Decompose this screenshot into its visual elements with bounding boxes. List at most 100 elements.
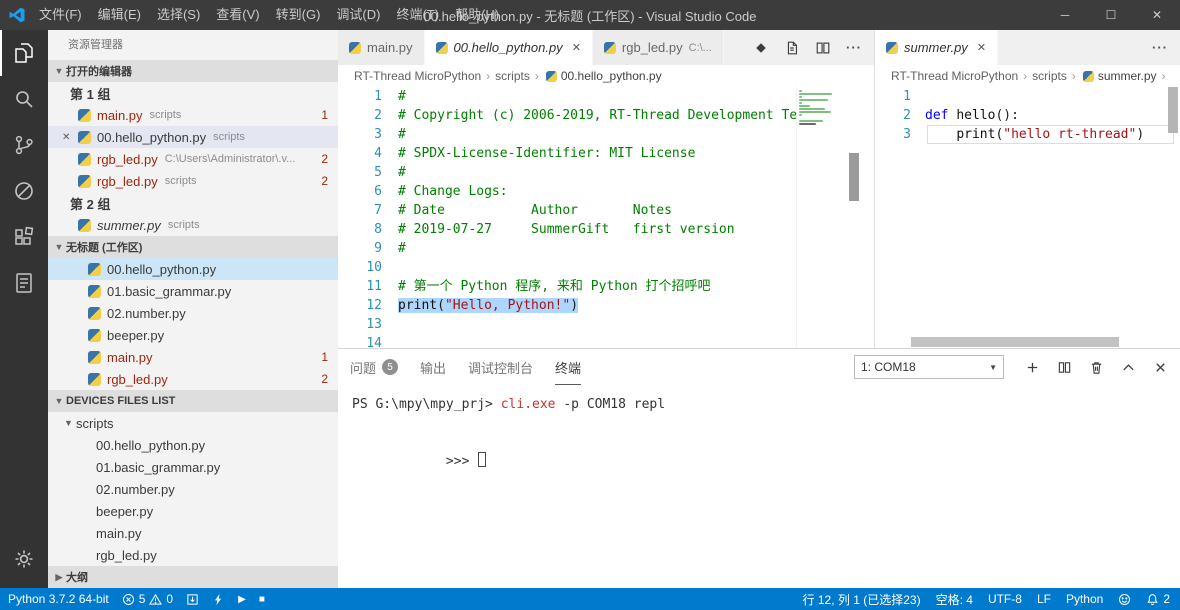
feedback-smiley-icon[interactable] (1118, 593, 1131, 606)
open-file-icon[interactable] (784, 40, 800, 56)
terminal-select[interactable]: 1: COM18 ▼ (854, 355, 1004, 379)
cursor-position-status[interactable]: 行 12, 列 1 (已选择23) (803, 591, 921, 608)
editor-tab[interactable]: rgb_led.pyC:\... (593, 30, 724, 65)
problems-status[interactable]: 5 0 (122, 592, 173, 606)
download-icon (186, 593, 199, 606)
kill-terminal-trash-icon[interactable] (1089, 360, 1104, 375)
workspace-file[interactable]: main.py1 (48, 346, 338, 368)
panel-tab[interactable]: 终端 (555, 349, 581, 385)
open-editor-item[interactable]: ✕00.hello_python.pyscripts (48, 126, 338, 148)
python-interpreter-status[interactable]: Python 3.7.2 64-bit (8, 592, 109, 606)
section-devices[interactable]: ▼ DEVICES FILES LIST (48, 390, 338, 412)
panel-tab[interactable]: 调试控制台 (468, 349, 533, 385)
workspace-file[interactable]: 01.basic_grammar.py (48, 280, 338, 302)
notifications-bell[interactable]: 2 (1146, 592, 1170, 606)
menu-item[interactable]: 文件(F) (31, 0, 90, 30)
stop-button[interactable]: ■ (259, 594, 265, 605)
source-control-icon[interactable] (0, 122, 48, 168)
open-editor-item[interactable]: main.pyscripts1 (48, 104, 338, 126)
line-content: # (398, 127, 406, 142)
file-name: 00.hello_python.py (96, 438, 205, 453)
settings-gear-icon[interactable] (0, 536, 48, 582)
workspace-file[interactable]: 00.hello_python.py (48, 258, 338, 280)
code-editor-left[interactable]: 1#2# Copyright (c) 2006-2019, RT-Thread … (338, 87, 874, 348)
breadcrumb-file[interactable]: summer.py (1098, 69, 1157, 83)
editor-tab[interactable]: main.py (338, 30, 425, 65)
code-editor-right[interactable]: 12def hello():3 print("hello rt-thread") (875, 87, 1180, 348)
menu-item[interactable]: 调试(D) (328, 0, 388, 30)
tab-close-icon[interactable]: ✕ (572, 41, 581, 54)
language-mode-status[interactable]: Python (1066, 592, 1103, 606)
device-file[interactable]: main.py (48, 522, 338, 544)
maximize-panel-icon[interactable] (1121, 360, 1136, 375)
section-workspace[interactable]: ▼ 无标题 (工作区) (48, 236, 338, 258)
indentation-status[interactable]: 空格: 4 (936, 591, 973, 608)
line-number: 14 (338, 334, 382, 348)
minimap-line (799, 105, 810, 107)
panel-tab[interactable]: 问题5 (350, 349, 398, 385)
explorer-icon[interactable] (0, 30, 48, 76)
device-file[interactable]: rgb_led.py (48, 544, 338, 566)
workspace-file[interactable]: 02.number.py (48, 302, 338, 324)
close-icon[interactable]: ✕ (62, 132, 78, 143)
breadcrumb-file[interactable]: 00.hello_python.py (561, 69, 662, 83)
more-actions-icon[interactable]: ··· (846, 40, 862, 55)
menu-item[interactable]: 编辑(E) (90, 0, 149, 30)
encoding-status[interactable]: UTF-8 (988, 592, 1022, 606)
new-terminal-icon[interactable] (1025, 360, 1040, 375)
close-button[interactable]: ✕ (1134, 0, 1180, 30)
device-file[interactable]: 00.hello_python.py (48, 434, 338, 456)
breadcrumb-item[interactable]: scripts (1032, 69, 1067, 83)
extensions-icon[interactable] (0, 214, 48, 260)
panel-tab[interactable]: 输出 (420, 349, 446, 385)
file-name: rgb_led.py (97, 152, 158, 167)
terminal-output[interactable]: PS G:\mpy\mpy_prj> cli.exe -p COM18 repl… (338, 385, 1180, 588)
split-terminal-icon[interactable] (1057, 360, 1072, 375)
notebook-icon[interactable] (0, 260, 48, 306)
tab-close-icon[interactable]: ✕ (977, 41, 986, 54)
menu-item[interactable]: 转到(G) (268, 0, 329, 30)
split-editor-icon[interactable] (815, 40, 831, 56)
debug-icon[interactable] (0, 168, 48, 214)
open-editor-item[interactable]: rgb_led.pyC:\Users\Administrator\.v...2 (48, 148, 338, 170)
vertical-scrollbar[interactable] (1168, 87, 1178, 133)
eol-status[interactable]: LF (1037, 592, 1051, 606)
workspace-file[interactable]: beeper.py (48, 324, 338, 346)
horizontal-scrollbar[interactable] (911, 337, 1119, 347)
close-panel-icon[interactable] (1153, 360, 1168, 375)
tab-label: rgb_led.py (622, 40, 683, 55)
device-file[interactable]: 01.basic_grammar.py (48, 456, 338, 478)
menu-item[interactable]: 选择(S) (149, 0, 208, 30)
device-file[interactable]: 02.number.py (48, 478, 338, 500)
tabs-list: main.py00.hello_python.py✕rgb_led.pyC:\.… (338, 30, 724, 65)
more-actions-icon[interactable]: ··· (1152, 40, 1168, 55)
flash-device-button[interactable] (212, 593, 225, 606)
code-token: print (956, 127, 995, 142)
breadcrumb-item[interactable]: RT-Thread MicroPython (891, 69, 1018, 83)
minimap[interactable] (796, 87, 834, 348)
section-outline[interactable]: ▶ 大纲 (48, 566, 338, 588)
sidebar-title: 资源管理器 (48, 30, 338, 60)
file-detail: scripts (213, 131, 332, 143)
workspace-file[interactable]: rgb_led.py2 (48, 368, 338, 390)
search-icon[interactable] (0, 76, 48, 122)
editor-group-left: main.py00.hello_python.py✕rgb_led.pyC:\.… (338, 30, 874, 348)
line-content: def hello(): (925, 108, 1019, 123)
editor-tab[interactable]: 00.hello_python.py✕ (425, 30, 593, 65)
download-to-device-button[interactable] (186, 593, 199, 606)
diamond-icon[interactable] (753, 40, 769, 56)
device-file[interactable]: beeper.py (48, 500, 338, 522)
editor-tab[interactable]: summer.py✕ (875, 30, 998, 65)
menu-item[interactable]: 查看(V) (208, 0, 267, 30)
breadcrumb-item[interactable]: scripts (495, 69, 530, 83)
minimize-button[interactable]: ─ (1042, 0, 1088, 30)
vertical-scrollbar[interactable] (849, 153, 859, 201)
devices-folder-scripts[interactable]: ▼ scripts (48, 412, 338, 434)
run-button[interactable]: ▶ (238, 594, 246, 605)
code-token: "hello rt-thread" (1003, 127, 1136, 142)
maximize-button[interactable]: ☐ (1088, 0, 1134, 30)
open-editor-item[interactable]: rgb_led.pyscripts2 (48, 170, 338, 192)
section-open-editors[interactable]: ▼ 打开的编辑器 (48, 60, 338, 82)
breadcrumb-item[interactable]: RT-Thread MicroPython (354, 69, 481, 83)
open-editor-item[interactable]: summer.pyscripts (48, 214, 338, 236)
